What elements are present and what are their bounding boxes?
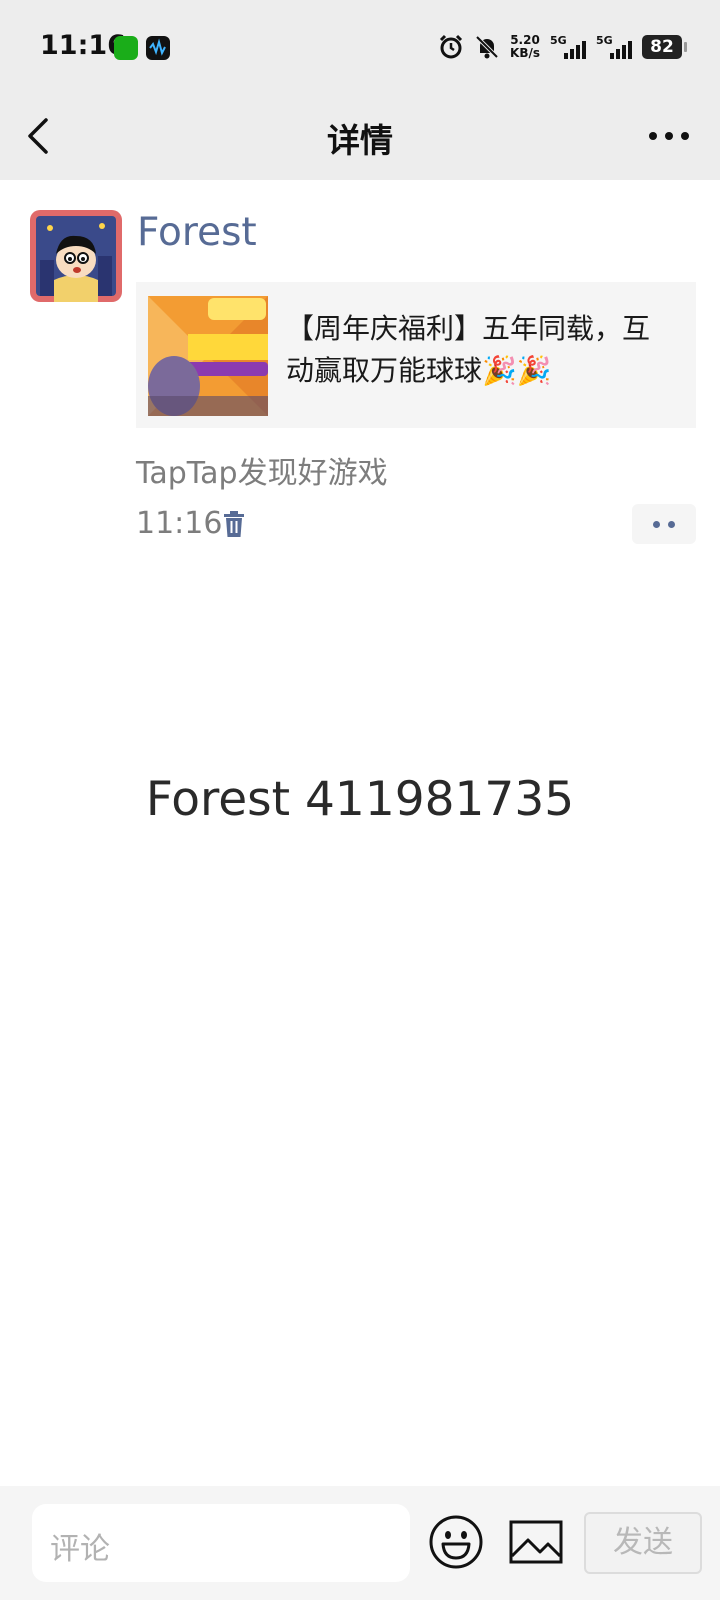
wechat-notification-icon [114, 36, 138, 60]
alarm-icon [439, 34, 463, 59]
post-source[interactable]: TapTap发现好游戏 [136, 448, 388, 492]
emoji-icon[interactable] [428, 1514, 484, 1570]
battery-indicator: 82 [642, 35, 687, 59]
status-bar: 11:16 5.20 KB/s 5G 5G 82 [0, 0, 720, 92]
author-name[interactable]: Forest [137, 210, 257, 255]
comment-bar: 评论 发送 [0, 1486, 720, 1600]
signal-icon: 5G [550, 34, 586, 60]
mute-bell-icon [475, 35, 499, 59]
post-time: 11:16 [136, 506, 223, 541]
signal-icon-2: 5G [596, 34, 632, 60]
comment-placeholder: 评论 [50, 1532, 110, 1567]
network-speed: 5.20 KB/s [510, 33, 540, 60]
link-thumbnail [148, 296, 268, 416]
page-title: 详情 [327, 121, 393, 160]
shared-link-card[interactable]: 【周年庆福利】五年同载，互动赢取万能球球🎉🎉 [136, 282, 696, 428]
author-avatar[interactable] [30, 210, 122, 302]
nav-bar: 详情 [0, 92, 720, 180]
link-title: 【周年庆福利】五年同载，互动赢取万能球球🎉🎉 [286, 312, 651, 387]
like-comment-button[interactable] [632, 504, 696, 544]
image-picker-icon[interactable] [508, 1514, 564, 1570]
trash-icon[interactable] [222, 510, 246, 538]
comment-input[interactable]: 评论 [32, 1504, 410, 1582]
more-options-icon[interactable] [644, 118, 694, 154]
send-button[interactable]: 发送 [584, 1512, 702, 1574]
app-notification-icon [146, 36, 170, 60]
watermark-text: Forest 411981735 [145, 772, 575, 827]
